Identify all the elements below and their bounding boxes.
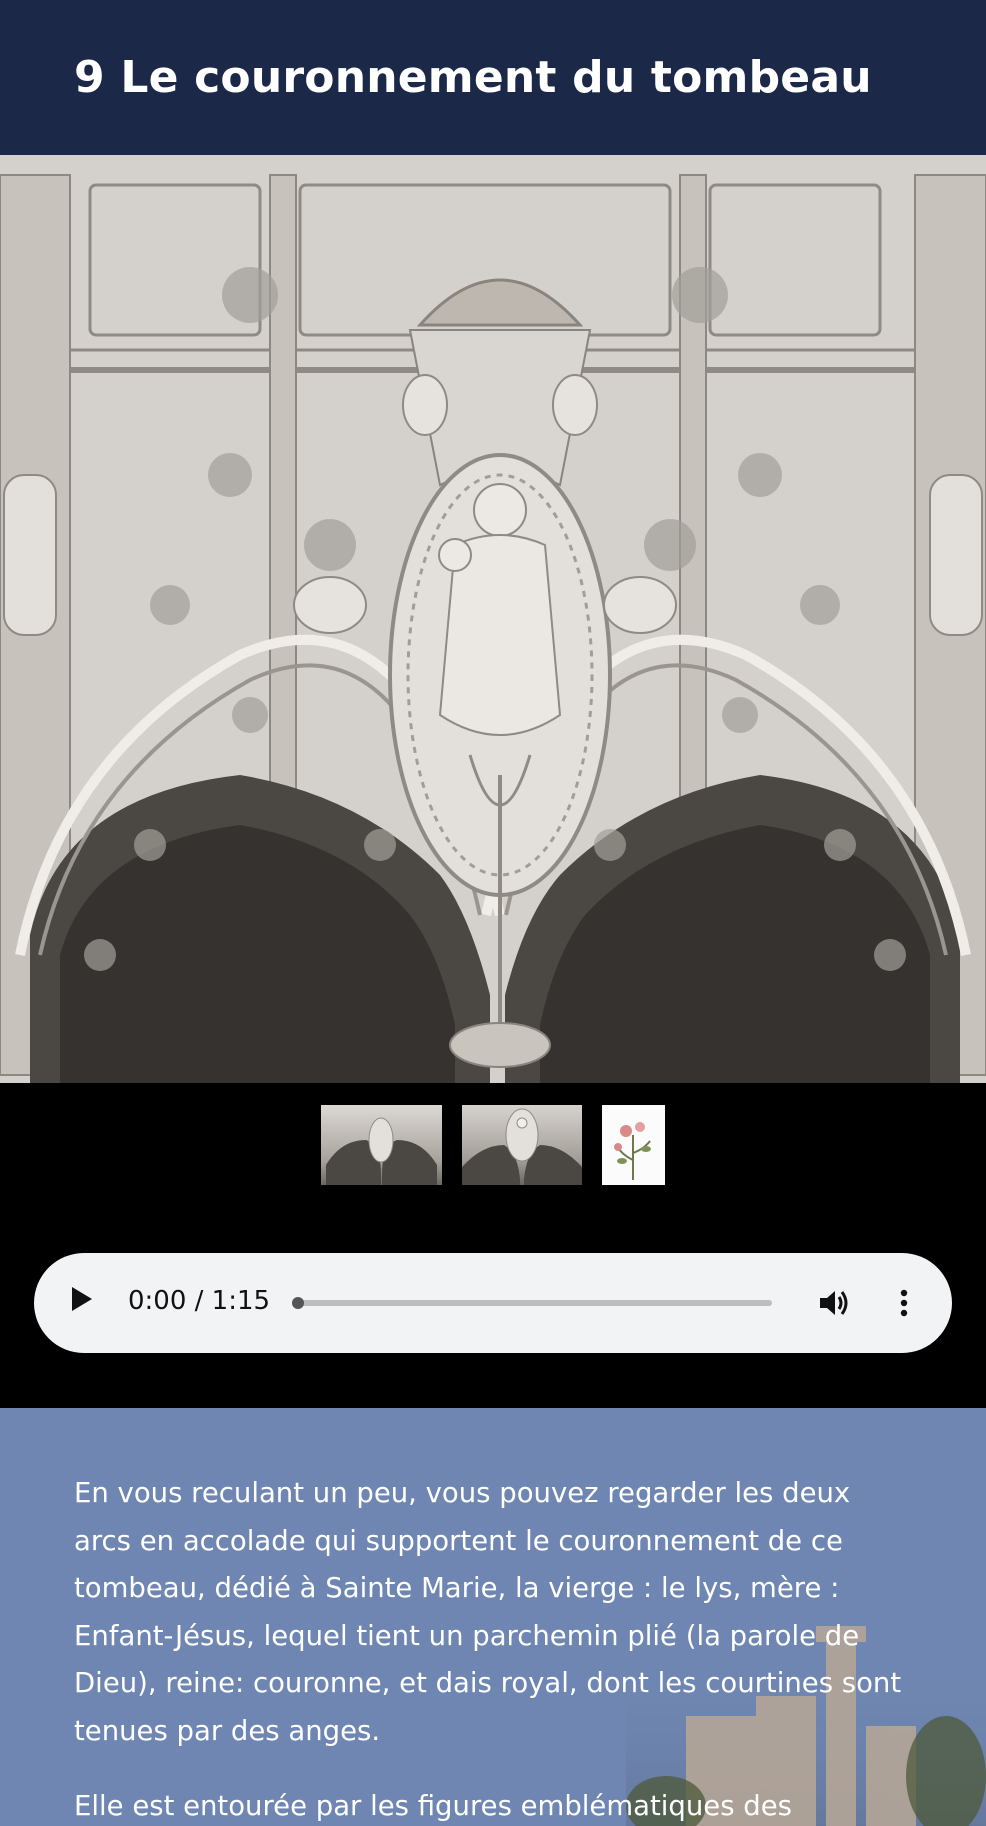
description-paragraph-2: Elle est entourée par les figures emblém…	[74, 1790, 792, 1822]
tomb-illustration	[0, 155, 986, 1083]
hero-image	[0, 155, 986, 1083]
page-header: 9 Le couronnement du tombeau	[0, 0, 986, 155]
description-paragraph-1: En vous reculant un peu, vous pouvez reg…	[74, 1477, 902, 1747]
page-title: 9 Le couronnement du tombeau	[74, 52, 872, 103]
more-options-icon[interactable]	[896, 1287, 912, 1319]
play-icon[interactable]	[72, 1287, 92, 1311]
thumbnail-strip	[0, 1083, 986, 1253]
audio-progress-handle[interactable]	[292, 1297, 304, 1309]
audio-player: 0:00 / 1:15	[34, 1253, 952, 1353]
tomb-arches-thumbnail[interactable]	[321, 1105, 442, 1185]
audio-time: 0:00 / 1:15	[128, 1286, 271, 1316]
audio-progress-bar[interactable]	[296, 1300, 772, 1306]
tomb-virgin-thumbnail[interactable]	[462, 1105, 582, 1185]
rose-illustration-thumbnail[interactable]	[602, 1105, 665, 1185]
volume-icon[interactable]	[818, 1287, 852, 1319]
audio-section: 0:00 / 1:15	[0, 1253, 986, 1408]
description-section: En vous reculant un peu, vous pouvez reg…	[0, 1408, 986, 1826]
